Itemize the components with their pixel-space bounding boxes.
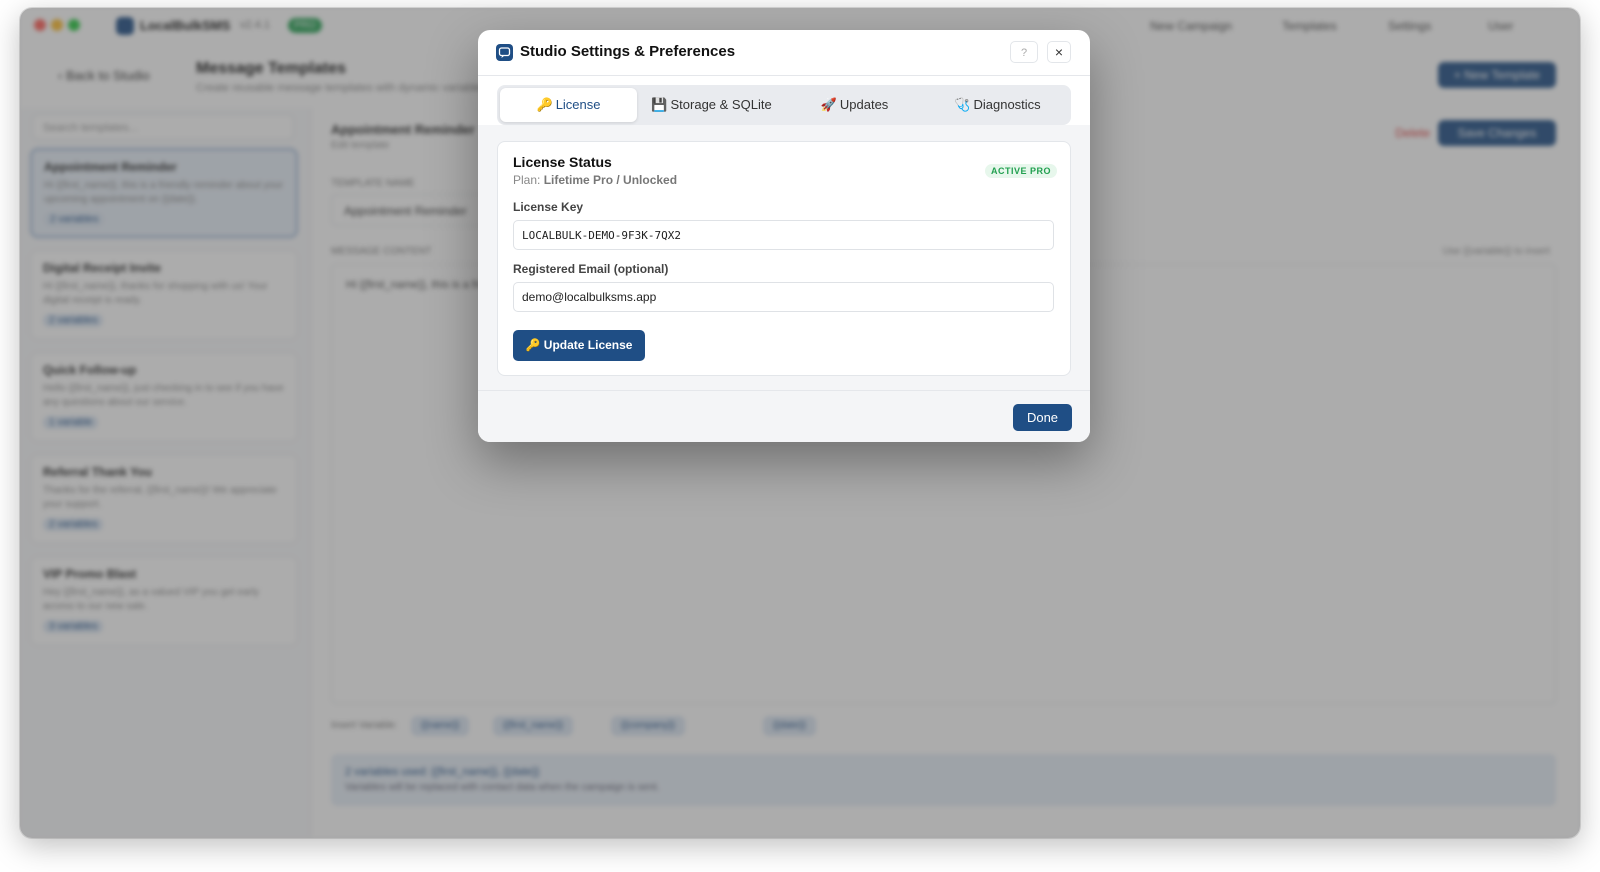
floppy-disk-icon: 💾 xyxy=(651,97,668,112)
rocket-icon: 🚀 xyxy=(820,97,837,112)
tab-license-label: License xyxy=(555,97,601,112)
tab-updates[interactable]: 🚀 Updates xyxy=(786,88,923,122)
settings-tabs: 🔑 License 💾 Storage & SQLite 🚀 Updates 🩺 Dia… xyxy=(497,85,1071,125)
modal-footer: Done xyxy=(478,390,1090,442)
settings-modal: Studio Settings & Preferences ? × 🔑 Licen… xyxy=(478,30,1090,442)
update-license-button[interactable]: 🔑 Update License xyxy=(513,330,645,361)
tab-diagnostics-label: Diagnostics xyxy=(973,97,1041,112)
tab-storage-label: Storage & SQLite xyxy=(670,97,772,112)
tab-diagnostics[interactable]: 🩺 Diagnostics xyxy=(929,88,1066,122)
license-key-label: License Key xyxy=(513,200,584,214)
registered-email-input[interactable] xyxy=(513,282,1054,312)
license-key-input[interactable] xyxy=(513,220,1054,250)
tab-updates-label: Updates xyxy=(839,97,889,112)
modal-header: Studio Settings & Preferences ? × xyxy=(478,30,1090,76)
registered-email-label: Registered Email (optional) xyxy=(513,262,669,276)
help-button[interactable]: ? xyxy=(1010,41,1038,63)
license-status-title: License Status xyxy=(513,154,612,170)
tab-license[interactable]: 🔑 License xyxy=(500,88,637,122)
tab-storage[interactable]: 💾 Storage & SQLite xyxy=(643,88,780,122)
license-plan: Plan: Lifetime Pro / Unlocked xyxy=(513,173,677,187)
stethoscope-icon: 🩺 xyxy=(954,97,971,112)
studio-icon xyxy=(496,44,513,61)
modal-title: Studio Settings & Preferences xyxy=(520,43,736,60)
plan-value: Lifetime Pro / Unlocked xyxy=(543,173,678,187)
plan-prefix: Plan: xyxy=(513,173,541,187)
status-badge: ACTIVE PRO xyxy=(985,164,1058,178)
done-button[interactable]: Done xyxy=(1013,404,1072,431)
key-icon: 🔑 xyxy=(536,97,553,112)
close-modal-button[interactable]: × xyxy=(1047,41,1071,63)
